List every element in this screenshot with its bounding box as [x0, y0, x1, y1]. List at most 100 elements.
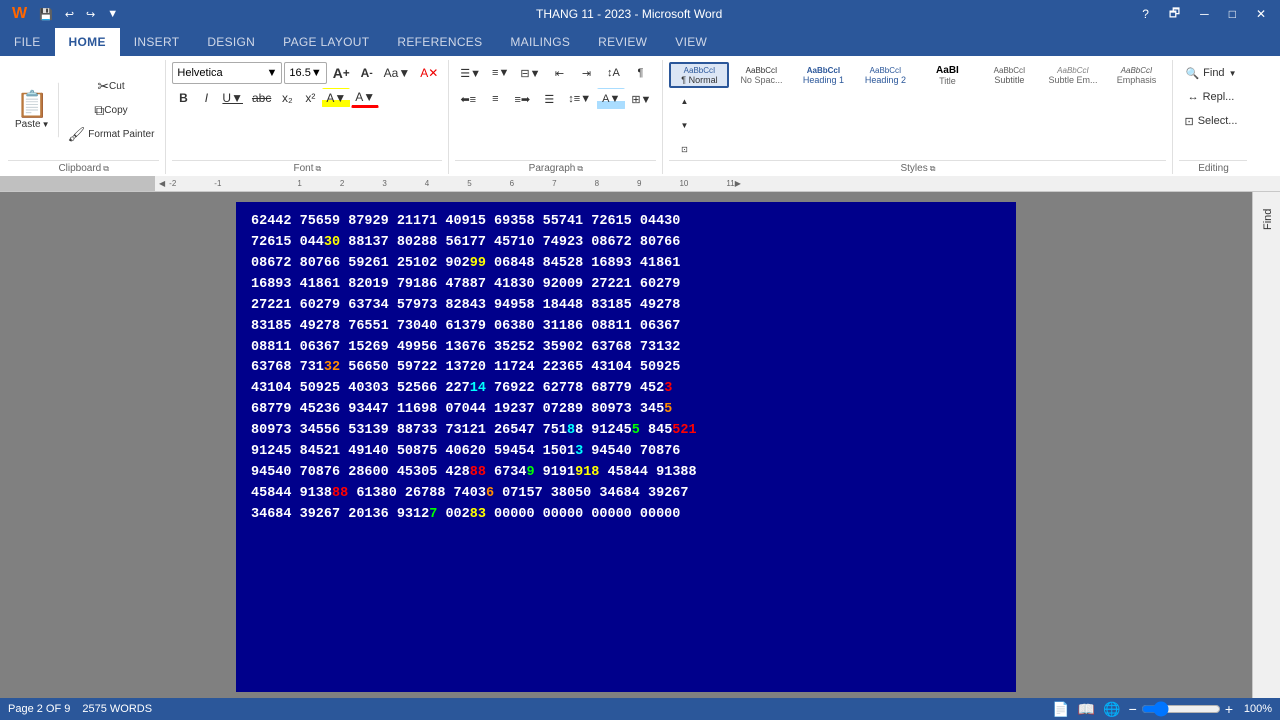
- align-left-button[interactable]: ⬅≡: [455, 88, 481, 110]
- style-heading-2[interactable]: AaBbCcI Heading 2: [855, 62, 915, 88]
- cut-button[interactable]: ✂ Cut: [63, 75, 160, 98]
- zoom-in-button[interactable]: +: [1225, 701, 1233, 717]
- status-left: Page 2 OF 9 2575 WORDS: [8, 703, 152, 715]
- align-center-button[interactable]: ≡: [482, 88, 508, 110]
- ruler-2: 2: [340, 179, 344, 188]
- paragraph-expand-button[interactable]: ⧉: [577, 164, 583, 174]
- doc-line-7: 08811 06367 15269 49956 13676 35252 3590…: [251, 338, 1001, 359]
- font-row-2: B I U▼ abc x₂ x² A▼ A▼: [172, 88, 379, 108]
- copy-label: Copy: [104, 105, 127, 116]
- find-button[interactable]: 🔍 Find ▼: [1180, 62, 1241, 84]
- replace-icon: ↔: [1188, 91, 1199, 103]
- style-emphasis[interactable]: AaBbCcI Emphasis: [1106, 62, 1166, 88]
- ruler-mark: ◀: [159, 179, 165, 188]
- full-reading-button[interactable]: 📖: [1078, 701, 1095, 718]
- font-color-button[interactable]: A▼: [351, 88, 379, 108]
- italic-button[interactable]: I: [195, 88, 217, 108]
- ruler-neg2: -2: [169, 179, 176, 188]
- zoom-out-button[interactable]: −: [1129, 701, 1137, 717]
- tab-view[interactable]: VIEW: [661, 28, 721, 56]
- underline-button[interactable]: U▼: [218, 88, 247, 108]
- tab-mailings[interactable]: MAILINGS: [496, 28, 584, 56]
- find-sidebar-button[interactable]: Find: [1255, 194, 1280, 244]
- tab-references[interactable]: REFERENCES: [383, 28, 496, 56]
- superscript-button[interactable]: x²: [299, 88, 321, 108]
- style-title[interactable]: AaBI Title: [917, 62, 977, 88]
- style-no-spacing[interactable]: AaBbCcI No Spac...: [731, 62, 791, 88]
- font-case-button[interactable]: Aa▼: [380, 63, 415, 83]
- tab-home[interactable]: HOME: [55, 28, 120, 56]
- help-button[interactable]: ?: [1136, 5, 1155, 23]
- styles-expand-button[interactable]: ⧉: [930, 164, 936, 174]
- tab-insert[interactable]: INSERT: [120, 28, 194, 56]
- sort-button[interactable]: ↕A: [600, 62, 626, 84]
- borders-button[interactable]: ⊞▼: [626, 88, 656, 110]
- font-name-value: Helvetica: [177, 67, 222, 79]
- replace-button[interactable]: ↔ Repl...: [1183, 86, 1240, 108]
- save-button[interactable]: 💾: [35, 6, 57, 23]
- styles-more-button[interactable]: ⊡: [671, 138, 697, 160]
- title-bar: W 💾 ↩ ↪ ▼ THANG 11 - 2023 - Microsoft Wo…: [0, 0, 1280, 28]
- font-grow-button[interactable]: A+: [329, 63, 354, 83]
- close-button[interactable]: ✕: [1250, 5, 1272, 23]
- document-scroll-area[interactable]: 62442 75659 87929 21171 40915 69358 5574…: [0, 192, 1252, 698]
- paragraph-label: Paragraph ⧉: [455, 160, 656, 174]
- tab-design[interactable]: DESIGN: [193, 28, 269, 56]
- font-content: Helvetica ▼ 16.5 ▼ A+ A- Aa▼ A✕ B: [172, 60, 442, 160]
- strikethrough-button[interactable]: abc: [248, 88, 275, 108]
- tab-file[interactable]: FILE: [0, 28, 55, 56]
- styles-scroll-up-button[interactable]: ▲: [671, 90, 697, 112]
- multilevel-list-button[interactable]: ⊟▼: [515, 62, 545, 84]
- text-highlight-button[interactable]: A▼: [322, 88, 350, 108]
- minimize-button[interactable]: ─: [1194, 5, 1215, 23]
- justify-button[interactable]: ☰: [536, 88, 562, 110]
- redo-button[interactable]: ↪: [82, 6, 99, 23]
- copy-button[interactable]: ⧉ Copy: [63, 99, 160, 122]
- doc-line-8: 63768 73132 56650 59722 13720 11724 2236…: [251, 358, 1001, 379]
- font-name-dropdown-icon[interactable]: ▼: [267, 67, 278, 79]
- maximize-button[interactable]: □: [1223, 5, 1242, 23]
- status-right: 📄 📖 🌐 − + 100%: [1052, 701, 1272, 718]
- align-right-button[interactable]: ≡➡: [509, 88, 535, 110]
- style-subtle-emphasis[interactable]: AaBbCcI Subtle Em...: [1041, 62, 1104, 88]
- customize-qa-button[interactable]: ▼: [103, 6, 122, 22]
- subscript-button[interactable]: x₂: [276, 88, 298, 108]
- document-page: 62442 75659 87929 21171 40915 69358 5574…: [236, 202, 1016, 692]
- style-subtitle[interactable]: AaBbCcI Subtitle: [979, 62, 1039, 88]
- line-spacing-button[interactable]: ↕≡▼: [563, 88, 596, 110]
- clear-formatting-button[interactable]: A✕: [416, 63, 442, 83]
- shading-button[interactable]: A▼: [597, 88, 625, 110]
- zoom-slider[interactable]: [1141, 701, 1221, 717]
- clipboard-expand-button[interactable]: ⧉: [103, 164, 109, 174]
- web-layout-button[interactable]: 🌐: [1103, 701, 1120, 718]
- zoom-control: − + 100%: [1129, 701, 1272, 717]
- print-layout-button[interactable]: 📄: [1052, 701, 1069, 718]
- undo-button[interactable]: ↩: [61, 6, 78, 23]
- restore-button[interactable]: 🗗: [1163, 2, 1186, 27]
- quick-access-toolbar: W 💾 ↩ ↪ ▼: [8, 3, 122, 25]
- paste-dropdown-icon[interactable]: ▼: [42, 120, 50, 129]
- paste-button[interactable]: 📋 Paste ▼: [8, 82, 59, 138]
- font-name-selector[interactable]: Helvetica ▼: [172, 62, 282, 84]
- style-heading-1[interactable]: AaBbCcI Heading 1: [793, 62, 853, 88]
- main-area: FILE HOME INSERT DESIGN PAGE LAYOUT REFE…: [0, 28, 1280, 720]
- font-shrink-button[interactable]: A-: [356, 63, 378, 83]
- status-bar: Page 2 OF 9 2575 WORDS 📄 📖 🌐 − + 100%: [0, 698, 1280, 720]
- bullets-button[interactable]: ☰▼: [455, 62, 486, 84]
- tab-page-layout[interactable]: PAGE LAYOUT: [269, 28, 383, 56]
- select-button[interactable]: ⊡ Select...: [1179, 110, 1242, 132]
- tab-review[interactable]: REVIEW: [584, 28, 661, 56]
- font-size-selector[interactable]: 16.5 ▼: [284, 62, 326, 84]
- decrease-indent-button[interactable]: ⇤: [546, 62, 572, 84]
- show-marks-button[interactable]: ¶: [627, 62, 653, 84]
- find-dropdown-icon[interactable]: ▼: [1229, 69, 1237, 78]
- bold-button[interactable]: B: [172, 88, 194, 108]
- font-size-dropdown-icon[interactable]: ▼: [311, 67, 322, 79]
- styles-scroll-down-button[interactable]: ▼: [671, 114, 697, 136]
- find-icon: 🔍: [1185, 67, 1199, 80]
- format-painter-button[interactable]: 🖌 Format Painter: [63, 123, 160, 146]
- numbering-button[interactable]: ≡▼: [487, 62, 514, 84]
- font-expand-button[interactable]: ⧉: [316, 164, 322, 174]
- increase-indent-button[interactable]: ⇥: [573, 62, 599, 84]
- style-normal[interactable]: AaBbCcI ¶ Normal: [669, 62, 729, 88]
